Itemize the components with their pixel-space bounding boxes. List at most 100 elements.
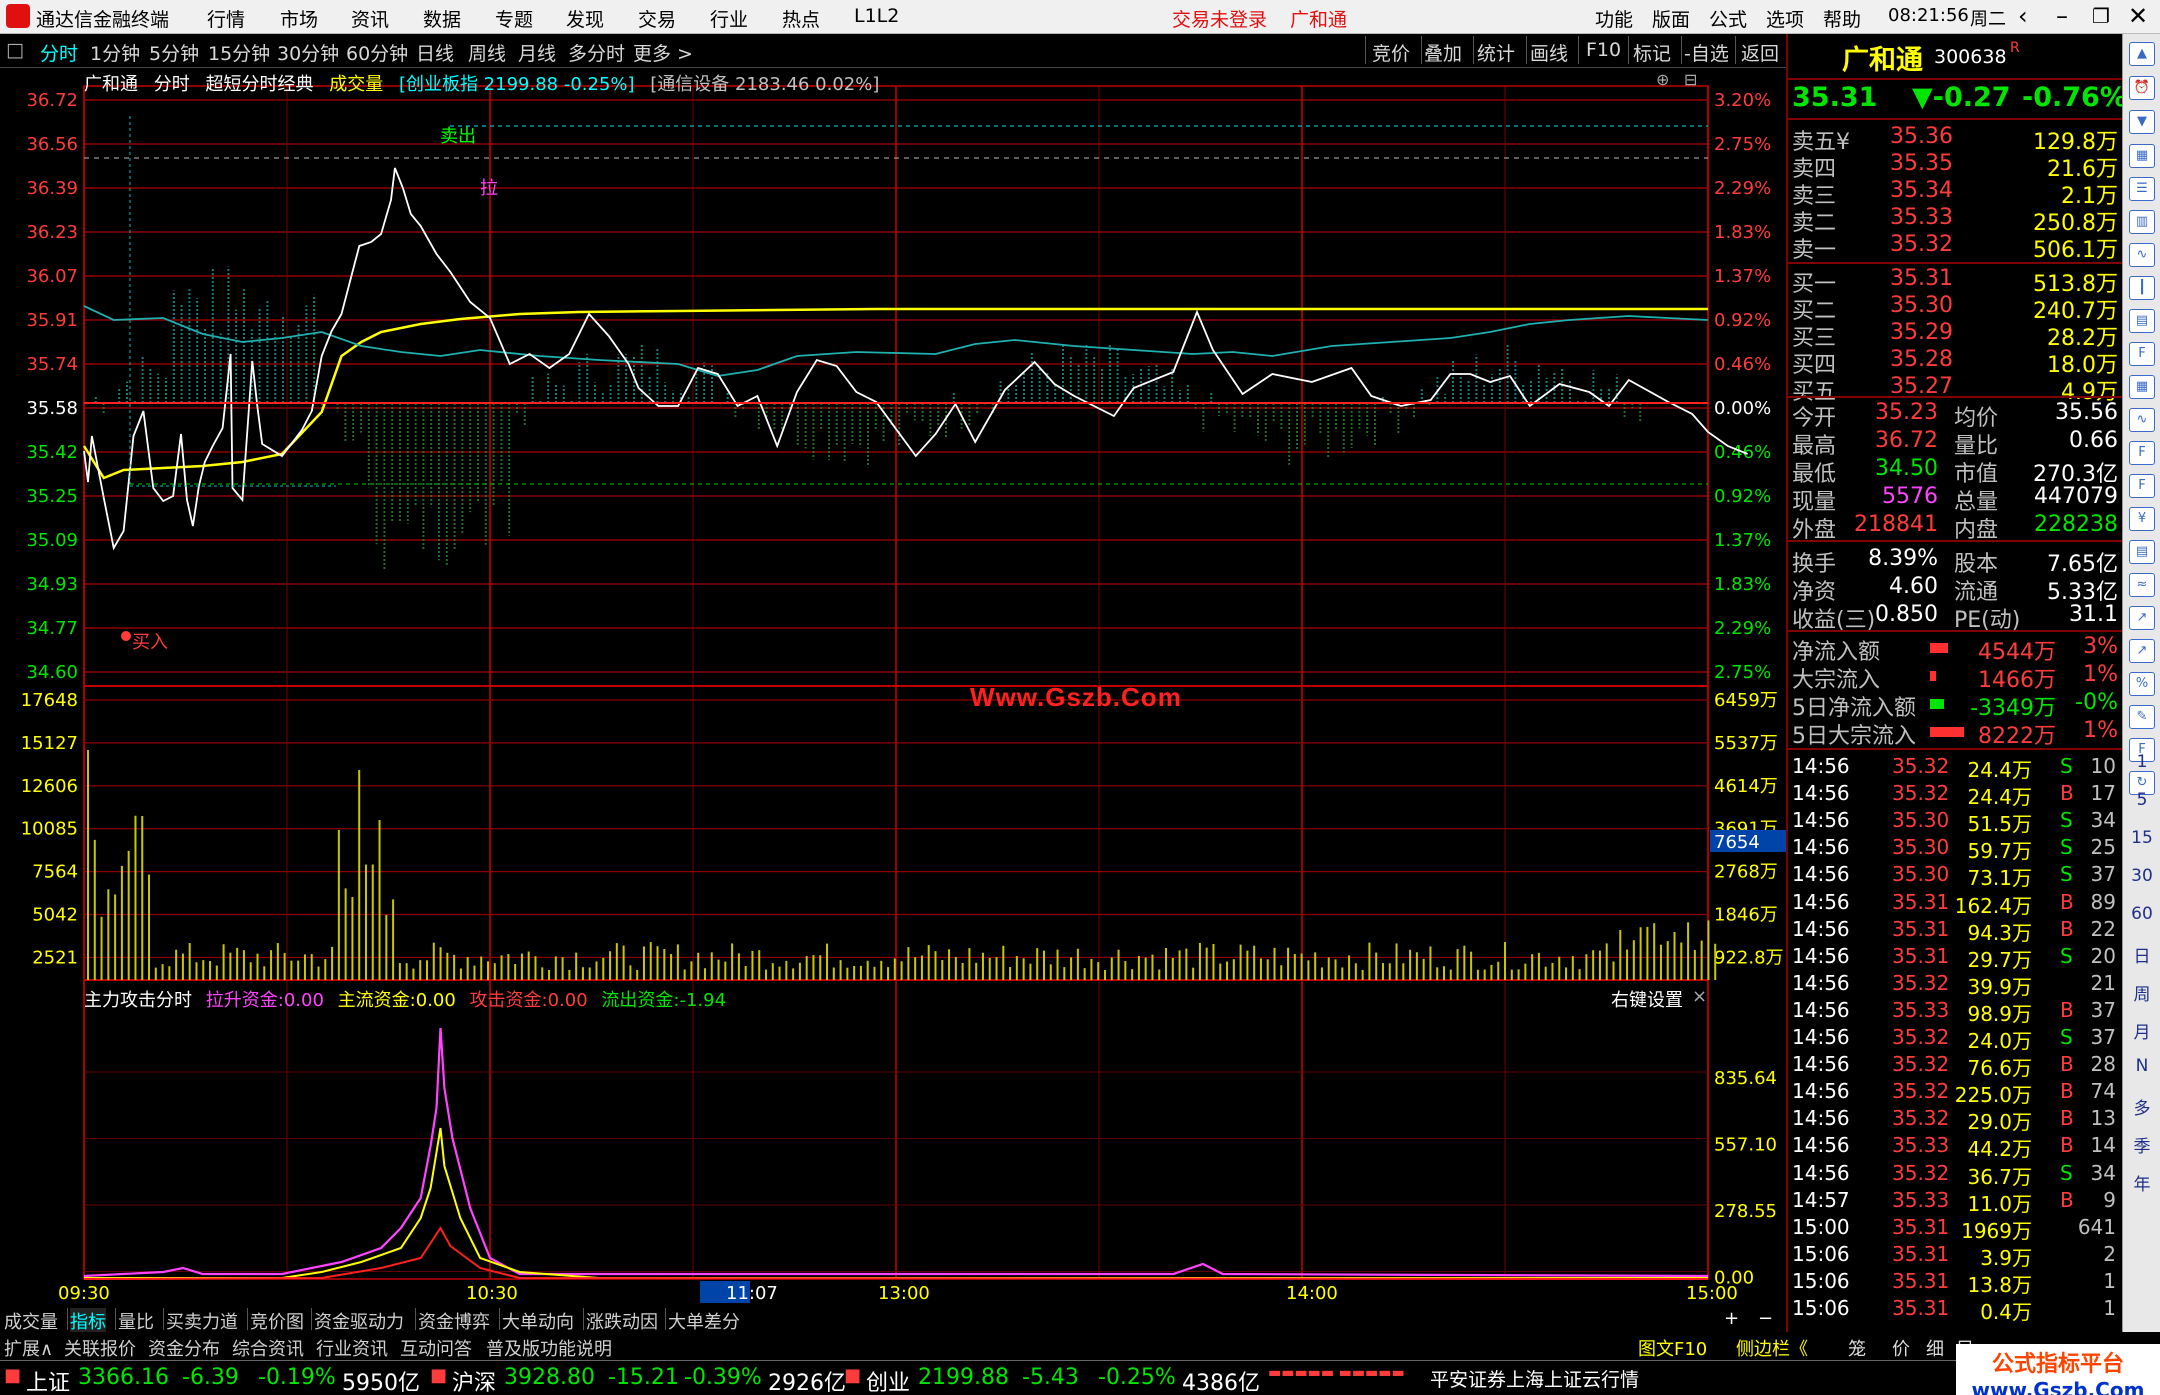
bottom-tab[interactable]: 资金驱动力 bbox=[314, 1308, 404, 1334]
menu-zhuanti[interactable]: 专题 bbox=[495, 5, 533, 32]
tab-more[interactable]: 更多 > bbox=[633, 39, 693, 66]
ext-tab[interactable]: 行业资讯 bbox=[316, 1335, 388, 1361]
ext-right-tab[interactable]: 笼 bbox=[1848, 1335, 1866, 1361]
bottom-tab[interactable]: 买卖力道 bbox=[166, 1308, 238, 1334]
bottom-tab[interactable]: 大单动向 bbox=[502, 1308, 574, 1334]
bid-row[interactable]: 买二 35.30 240.7万 bbox=[1792, 293, 2118, 324]
side-period-12[interactable]: 年 bbox=[2123, 1170, 2160, 1195]
line-chart-icon[interactable]: ∿ bbox=[2129, 243, 2155, 267]
list-icon[interactable]: ☰ bbox=[2129, 177, 2155, 201]
up-trend-icon[interactable]: ↗ bbox=[2129, 639, 2155, 663]
btn-fanhui[interactable]: 返回 bbox=[1741, 39, 1779, 66]
side-period-4[interactable]: 30 bbox=[2123, 866, 2160, 886]
layout-toggle-icon[interactable]: □ bbox=[6, 39, 24, 61]
indicator-title[interactable]: 主力攻击分时 bbox=[84, 990, 192, 1011]
menu-faxian[interactable]: 发现 bbox=[566, 5, 604, 32]
tab-monthly[interactable]: 月线 bbox=[518, 39, 556, 66]
status-index-name[interactable]: 沪深 bbox=[452, 1365, 496, 1395]
f-icon[interactable]: F bbox=[2129, 441, 2155, 465]
bottom-tab[interactable]: 指标 bbox=[70, 1308, 106, 1334]
money-icon[interactable]: ¥ bbox=[2129, 507, 2155, 531]
ext-tab[interactable]: 普及版功能说明 bbox=[486, 1335, 612, 1361]
side-period-10[interactable]: 多 bbox=[2123, 1094, 2160, 1119]
intraday-chart[interactable]: 36.72 36.56 36.39 36.23 36.07 35.91 35.74 35.58… bbox=[0, 68, 1786, 1310]
tab-multi[interactable]: 多分时 bbox=[568, 39, 625, 66]
tab-1min[interactable]: 1分钟 bbox=[90, 39, 140, 66]
login-status[interactable]: 交易未登录 bbox=[1172, 5, 1267, 32]
tab-daily[interactable]: 日线 bbox=[416, 39, 454, 66]
panel-icon[interactable]: ▤ bbox=[2129, 309, 2155, 333]
ext-right-tab[interactable]: 价 bbox=[1892, 1335, 1910, 1361]
btn-zixuan[interactable]: -自选 bbox=[1684, 39, 1729, 66]
ext-tab[interactable]: 互动问答 bbox=[400, 1335, 472, 1361]
menu-banmian[interactable]: 版面 bbox=[1652, 5, 1690, 32]
btn-huaxian[interactable]: 画线 bbox=[1530, 39, 1568, 66]
side-period-9[interactable]: N bbox=[2123, 1056, 2160, 1076]
side-period-11[interactable]: 季 bbox=[2123, 1132, 2160, 1157]
tab-60min[interactable]: 60分钟 bbox=[346, 39, 408, 66]
pen-icon[interactable]: ✎ bbox=[2129, 705, 2155, 729]
menu-jiaoyi[interactable]: 交易 bbox=[638, 5, 676, 32]
btn-diejia[interactable]: 叠加 bbox=[1424, 39, 1462, 66]
ask-row[interactable]: 卖三 35.34 2.1万 bbox=[1792, 178, 2118, 209]
book-icon[interactable]: ▤ bbox=[2129, 540, 2155, 564]
candle-icon[interactable]: ┃ bbox=[2129, 276, 2155, 300]
zoom-out-icon[interactable]: − bbox=[1758, 1308, 1773, 1329]
info-index-ref[interactable]: [创业板指 2199.88 -0.25%] bbox=[399, 74, 635, 95]
ext-tab[interactable]: 资金分布 bbox=[148, 1335, 220, 1361]
menu-gongshi[interactable]: 公式 bbox=[1709, 5, 1747, 32]
side-period-1[interactable]: 1 bbox=[2123, 752, 2160, 772]
ask-row[interactable]: 卖二 35.33 250.8万 bbox=[1792, 205, 2118, 236]
menu-gongneng[interactable]: 功能 bbox=[1595, 5, 1633, 32]
tab-15min[interactable]: 15分钟 bbox=[208, 39, 270, 66]
bid-row[interactable]: 买一 35.31 513.8万 bbox=[1792, 266, 2118, 297]
btn-jingjia[interactable]: 竞价 bbox=[1372, 39, 1410, 66]
minimize-icon[interactable]: – bbox=[2056, 2, 2068, 30]
f2-icon[interactable]: F bbox=[2129, 474, 2155, 498]
alarm-icon[interactable]: ⏰ bbox=[2129, 76, 2155, 100]
menu-xuanxiang[interactable]: 选项 bbox=[1766, 5, 1804, 32]
grid-icon[interactable]: ▦ bbox=[2129, 144, 2155, 168]
down-arrow-icon[interactable]: ▼ bbox=[2129, 110, 2155, 134]
bottom-tab[interactable]: 资金博弈 bbox=[418, 1308, 490, 1334]
close-icon[interactable]: ✕ bbox=[2128, 2, 2148, 30]
bottom-tab[interactable]: 大单差分 bbox=[668, 1308, 740, 1334]
btn-biaoji[interactable]: 标记 bbox=[1633, 39, 1671, 66]
tick-list[interactable]: 14:56 35.32 24.4万 S 10 14:56 35.32 24.4万 B 17 14:5… bbox=[1788, 750, 2122, 1350]
menu-l1l2[interactable]: L1L2 bbox=[854, 5, 899, 27]
menu-zixun[interactable]: 资讯 bbox=[351, 5, 389, 32]
bottom-tab[interactable]: 量比 bbox=[118, 1308, 154, 1334]
indicator-setting[interactable]: 右键设置 bbox=[1611, 986, 1683, 1012]
side-period-6[interactable]: 日 bbox=[2123, 942, 2160, 967]
table-icon[interactable]: ▦ bbox=[2129, 375, 2155, 399]
menu-bangzhu[interactable]: 帮助 bbox=[1823, 5, 1861, 32]
bottom-tab[interactable]: 成交量 bbox=[4, 1308, 58, 1334]
ask-row[interactable]: 卖一 35.32 506.1万 bbox=[1792, 232, 2118, 263]
ext-right-tab[interactable]: 细 bbox=[1926, 1335, 1944, 1361]
tab-weekly[interactable]: 周线 bbox=[468, 39, 506, 66]
menu-shichang[interactable]: 市场 bbox=[280, 5, 318, 32]
ext-tab[interactable]: 扩展∧ bbox=[4, 1335, 53, 1361]
status-index-name[interactable]: 上证 bbox=[26, 1365, 70, 1395]
side-period-3[interactable]: 15 bbox=[2123, 828, 2160, 848]
ext-right-tab[interactable]: 侧边栏《 bbox=[1736, 1335, 1808, 1361]
back-arrow-icon[interactable]: ‹ bbox=[2018, 2, 2028, 30]
side-period-2[interactable]: 5 bbox=[2123, 790, 2160, 810]
ext-tab[interactable]: 关联报价 bbox=[64, 1335, 136, 1361]
menu-shuju[interactable]: 数据 bbox=[423, 5, 461, 32]
pct-icon[interactable]: % bbox=[2129, 672, 2155, 696]
menu-redian[interactable]: 热点 bbox=[782, 5, 820, 32]
bar-chart-icon[interactable]: ▥ bbox=[2129, 210, 2155, 234]
tab-fenshi[interactable]: 分时 bbox=[40, 39, 78, 66]
side-period-8[interactable]: 月 bbox=[2123, 1018, 2160, 1043]
info-sector-ref[interactable]: [通信设备 2183.46 0.02%] bbox=[650, 74, 879, 95]
status-index-name[interactable]: 创业 bbox=[866, 1365, 910, 1395]
side-period-7[interactable]: 周 bbox=[2123, 980, 2160, 1005]
tab-30min[interactable]: 30分钟 bbox=[277, 39, 339, 66]
bottom-tab[interactable]: 竞价图 bbox=[250, 1308, 304, 1334]
zoom-in-icon[interactable]: + bbox=[1724, 1308, 1739, 1329]
bottom-tab[interactable]: 涨跌动因 bbox=[586, 1308, 658, 1334]
chart-expand-icon[interactable]: ⊕ bbox=[1656, 70, 1669, 89]
menu-hangye[interactable]: 行业 bbox=[710, 5, 748, 32]
up-arrow-icon[interactable]: ▲ bbox=[2129, 42, 2155, 66]
